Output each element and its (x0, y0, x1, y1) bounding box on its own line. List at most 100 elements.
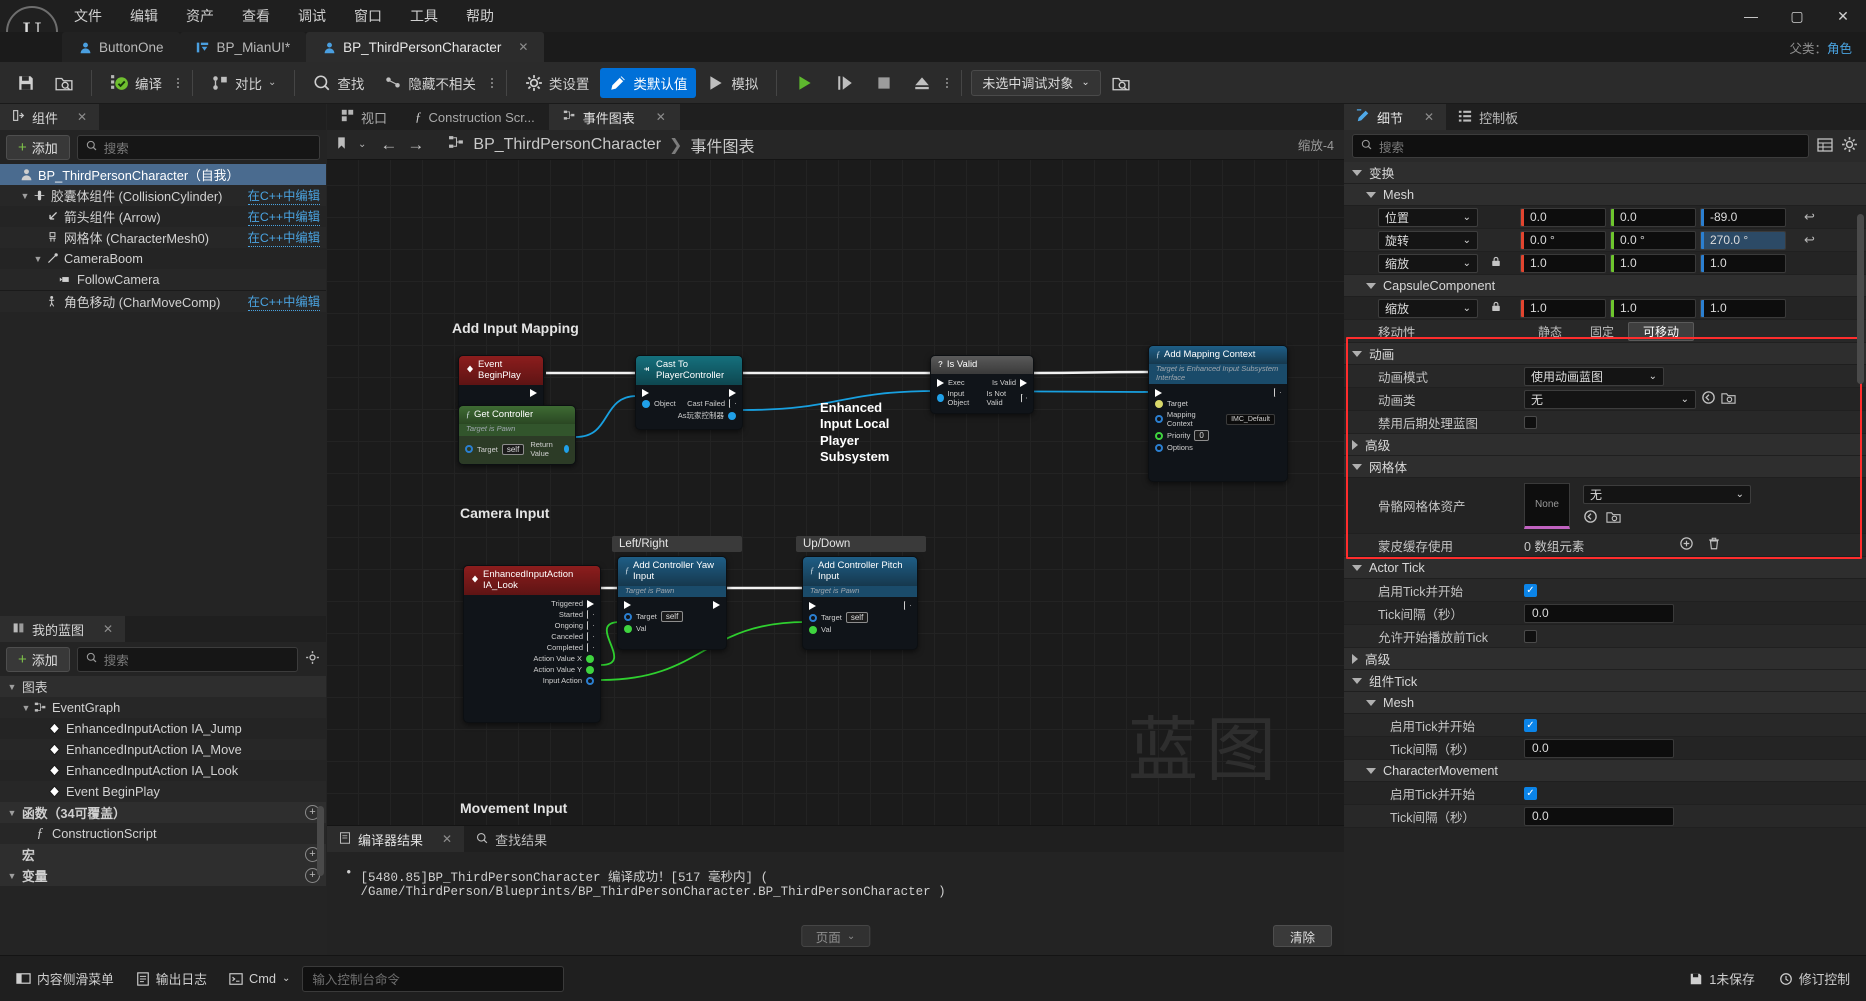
details-category-网格体[interactable]: 网格体 (1344, 456, 1866, 478)
exec-pin-unconnected[interactable] (587, 643, 594, 652)
content-drawer-button[interactable]: 内容侧滑菜单 (6, 965, 124, 993)
myblueprint-section-header[interactable]: ▼ 图表 (0, 676, 326, 697)
close-icon[interactable]: ✕ (1424, 110, 1434, 124)
property-checkbox[interactable]: ✓ (1524, 583, 1537, 597)
pin-default-value[interactable]: self (660, 611, 684, 622)
vector-mode-dropdown[interactable]: 旋转 ⌄ (1378, 230, 1478, 250)
myblueprint-tree-item[interactable]: EnhancedInputAction IA_Move (0, 739, 326, 760)
details-category-charactermovement[interactable]: CharacterMovement (1344, 760, 1866, 782)
components-search-input[interactable]: 搜索 (76, 134, 320, 160)
details-category-高级[interactable]: 高级 (1344, 648, 1866, 670)
component-tree-item[interactable]: ▼ 胶囊体组件 (CollisionCylinder) 在C++中编辑 (0, 185, 326, 206)
tab-viewport[interactable]: 视口 (327, 104, 401, 130)
exec-pin-unconnected[interactable] (729, 399, 736, 408)
revert-icon[interactable]: ↩ (1804, 209, 1815, 225)
vector-field-x[interactable]: 1.0 (1520, 298, 1606, 318)
lock-icon[interactable] (1490, 300, 1502, 316)
menu-item-edit[interactable]: 编辑 (118, 2, 170, 30)
exec-pin-unconnected[interactable] (587, 632, 594, 641)
component-tree-item[interactable]: BP_ThirdPersonCharacter（自我） (0, 164, 326, 185)
exec-pin[interactable] (937, 378, 944, 387)
details-scrollbar[interactable] (1857, 214, 1864, 384)
object-pin[interactable] (563, 445, 569, 453)
close-icon[interactable]: ✕ (442, 832, 452, 846)
component-tree-item[interactable]: 箭头组件 (Arrow) 在C++中编辑 (0, 206, 326, 227)
menu-item-help[interactable]: 帮助 (454, 2, 506, 30)
pin-default-value[interactable]: self (845, 612, 869, 623)
revision-control-button[interactable]: 修订控制 (1769, 965, 1860, 993)
exec-pin[interactable] (1020, 378, 1027, 387)
nav-forward-button[interactable]: → (407, 135, 424, 155)
browse-button[interactable] (46, 68, 82, 98)
number-input[interactable]: 0.0 (1524, 806, 1674, 826)
reset-icon[interactable] (1701, 390, 1716, 408)
vector-field-y[interactable]: 0.0 (1610, 207, 1696, 227)
details-category-变换[interactable]: 变换 (1344, 162, 1866, 184)
vector-field-x[interactable]: 0.0 (1520, 207, 1606, 227)
asset-dropdown[interactable]: 无 ⌄ (1583, 484, 1751, 504)
find-button[interactable]: 查找 (304, 68, 373, 98)
vector-mode-dropdown[interactable]: 缩放 ⌄ (1378, 253, 1478, 273)
myblueprint-tree-item[interactable]: EnhancedInputAction IA_Look (0, 760, 326, 781)
graph-node-add-controller-yaw-input[interactable]: ƒ Add Controller Yaw Input Target is Pawn T… (617, 556, 727, 650)
object-pin[interactable] (642, 399, 650, 408)
edit-in-cpp-link[interactable]: 在C++中编辑 (247, 228, 320, 247)
graph-comment-box[interactable]: Up/Down (796, 536, 926, 552)
myblueprint-section-header[interactable]: ▼ 变量 + (0, 865, 326, 886)
pin-default-value[interactable]: 0 (1194, 430, 1209, 441)
exec-pin-unconnected[interactable] (1020, 393, 1027, 403)
close-button[interactable]: ✕ (1820, 0, 1866, 32)
myblueprint-section-header[interactable]: 宏 + (0, 844, 326, 865)
number-input[interactable]: 0.0 (1524, 738, 1674, 758)
details-list[interactable]: 变换 Mesh 位置 ⌄ 0.0 0.0 -89.0 ↩ 旋转 ⌄ 0.0 ° 0.0 ° 270.0 … (1344, 162, 1866, 955)
graph-node-cast-to-playercontroller[interactable]: Cast To PlayerController Object Cast Faile… (635, 355, 743, 430)
tab-construction-script[interactable]: ƒ Construction Scr... (401, 104, 549, 130)
add-component-button[interactable]: + 添加 (6, 134, 70, 160)
object-pin-unconnected[interactable] (1155, 415, 1163, 423)
twirl-icon[interactable]: ▼ (6, 871, 18, 881)
object-pin-unconnected[interactable] (1155, 443, 1163, 452)
exec-pin[interactable] (729, 389, 736, 397)
vector-field-x[interactable]: 0.0 ° (1520, 230, 1606, 250)
exec-pin[interactable] (1155, 388, 1162, 397)
asset-tab-buttonone[interactable]: ButtonOne (62, 32, 180, 62)
details-category-capsulecomponent[interactable]: CapsuleComponent (1344, 275, 1866, 297)
component-tree-item[interactable]: 角色移动 (CharMoveComp) 在C++中编辑 (0, 291, 326, 312)
vector-field-x[interactable]: 1.0 (1520, 253, 1606, 273)
mobility-option-2[interactable]: 可移动 (1628, 321, 1695, 341)
pin-default-value[interactable]: self (501, 443, 525, 455)
exec-pin-unconnected[interactable] (587, 621, 594, 630)
graph-node-get-controller[interactable]: ƒ Get Controller Target is Pawn Target self R… (458, 405, 576, 465)
save-button[interactable] (8, 68, 44, 98)
graph-canvas[interactable]: 蓝图 Add Input Mapping Camera Input Movement… (327, 160, 1344, 825)
menu-item-debug[interactable]: 调试 (286, 2, 338, 30)
grid-icon[interactable] (1817, 137, 1833, 156)
compiler-message[interactable]: [5480.85]BP_ThirdPersonCharacter 编译成功！[5… (361, 866, 1326, 899)
breadcrumb-root[interactable]: BP_ThirdPersonCharacter (473, 136, 661, 154)
asset-tab-bp-thirdpersoncharacter[interactable]: BP_ThirdPersonCharacter ✕ (306, 32, 545, 62)
twirl-icon[interactable]: ▼ (6, 808, 18, 818)
mapping-context-dropdown[interactable]: IMC_Default (1226, 413, 1275, 425)
float-pin[interactable] (586, 665, 594, 674)
object-pin-unconnected[interactable] (586, 676, 594, 685)
details-category-mesh[interactable]: Mesh (1344, 692, 1866, 714)
asset-tab-bp-mianui[interactable]: BP_MianUI* (179, 32, 307, 62)
component-tree-item[interactable]: 网格体 (CharacterMesh0) 在C++中编辑 (0, 227, 326, 248)
exec-pin[interactable] (624, 601, 631, 609)
tab-compiler-results[interactable]: 编译器结果 ✕ (327, 826, 465, 852)
gear-icon[interactable] (305, 650, 320, 668)
exec-pin-unconnected[interactable] (587, 610, 594, 619)
object-pin[interactable] (728, 411, 736, 420)
menu-item-window[interactable]: 窗口 (342, 2, 394, 30)
exec-pin[interactable] (587, 599, 594, 608)
myblueprint-section-header[interactable]: ▼ 函数（34可覆盖） + (0, 802, 326, 823)
object-pin-unconnected[interactable] (809, 613, 817, 622)
graph-node-event-begin-play[interactable]: Event BeginPlay (458, 355, 544, 410)
vector-field-z[interactable]: 1.0 (1700, 298, 1786, 318)
lock-icon[interactable] (1490, 255, 1502, 271)
plus-circle-icon[interactable] (1679, 536, 1694, 554)
chevron-down-icon[interactable]: ⌄ (358, 139, 366, 150)
property-checkbox[interactable] (1524, 415, 1537, 429)
graph-node-is-valid[interactable]: ? Is Valid Exec Is Valid Input Object Is Not … (930, 355, 1034, 414)
bookmark-icon[interactable] (335, 136, 348, 153)
